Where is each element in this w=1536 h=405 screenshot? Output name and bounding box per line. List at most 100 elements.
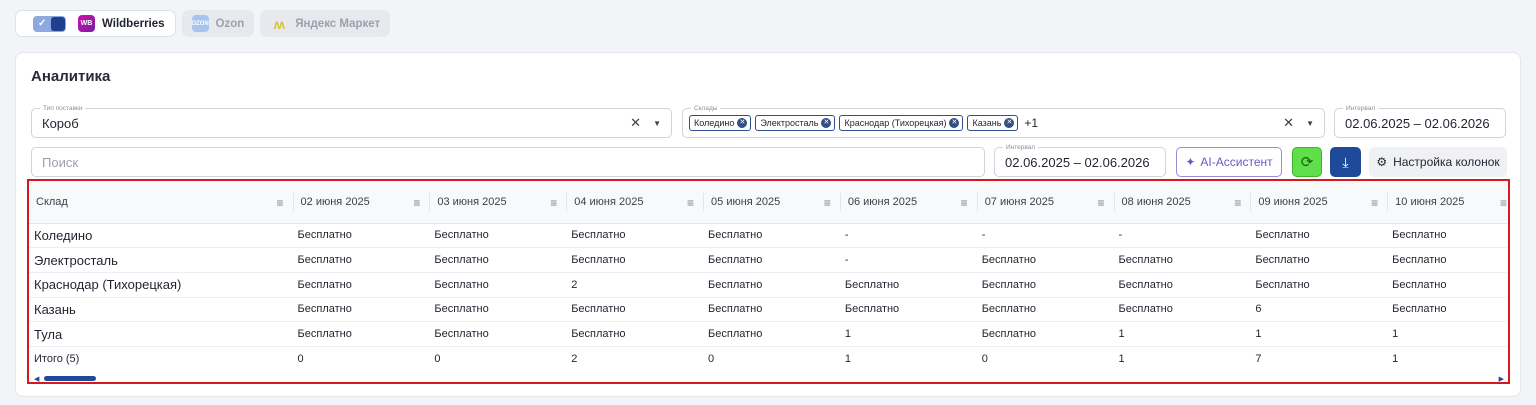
table-cell: 0 bbox=[297, 353, 304, 366]
column-menu-icon[interactable]: ≡ bbox=[961, 196, 968, 210]
table-cell: Бесплатно bbox=[704, 223, 841, 249]
chevron-down-icon[interactable]: ▼ bbox=[653, 119, 661, 128]
table-row[interactable]: Электросталь Бесплатно Бесплатно Бесплатно Б… bbox=[29, 247, 1507, 273]
warehouses-select[interactable]: Склады Коледино ✕ Электросталь ✕ Краснодар… bbox=[682, 104, 1325, 138]
tab-wildberries[interactable]: ✓ WB Wildberries bbox=[15, 10, 176, 37]
warehouse-chip[interactable]: Коледино ✕ bbox=[689, 115, 752, 131]
interval-value: 02.06.2025 – 02.06.2026 bbox=[1345, 115, 1490, 131]
table-cell: Бесплатно bbox=[1114, 297, 1252, 323]
table-row[interactable]: Казань Бесплатно Бесплатно Бесплатно Бесплат… bbox=[29, 297, 1507, 323]
table-cell: Бесплатно bbox=[840, 297, 978, 323]
supply-type-select[interactable]: Тип поставки Короб ✕ ▼ bbox=[31, 104, 672, 138]
page-title: Аналитика bbox=[31, 68, 111, 85]
table-cell: Бесплатно bbox=[1388, 247, 1507, 273]
table-row[interactable]: Краснодар (Тихорецкая) Бесплатно Бесплатно… bbox=[29, 272, 1507, 298]
interval-field-top[interactable]: Интервал 02.06.2025 – 02.06.2026 bbox=[1334, 104, 1506, 138]
table-cell: - bbox=[977, 223, 1115, 249]
column-menu-icon[interactable]: ≡ bbox=[1234, 196, 1241, 210]
column-menu-icon[interactable]: ≡ bbox=[413, 196, 420, 210]
chip-remove-icon[interactable]: ✕ bbox=[949, 118, 960, 128]
ai-assistant-label: AI-Ассистент bbox=[1200, 155, 1273, 169]
scrollbar-thumb[interactable] bbox=[44, 376, 96, 381]
table-cell: 2 bbox=[571, 353, 578, 366]
warehouse-chip[interactable]: Электросталь ✕ bbox=[755, 115, 836, 131]
table-cell: Бесплатно bbox=[1388, 297, 1507, 323]
toggle-knob bbox=[51, 16, 65, 31]
scroll-left-icon[interactable]: ◀ bbox=[34, 375, 39, 383]
yandex-market-logo: ʍ bbox=[273, 15, 285, 32]
column-settings-button[interactable]: ⚙ Настройка колонок bbox=[1369, 147, 1507, 177]
table-row[interactable]: Коледино Бесплатно Бесплатно Бесплатно Беспл… bbox=[29, 223, 1507, 249]
table-cell: Бесплатно bbox=[1114, 247, 1252, 273]
table-cell: Бесплатно bbox=[430, 247, 568, 273]
search-placeholder: Поиск bbox=[42, 154, 79, 170]
supply-type-label: Тип поставки bbox=[40, 104, 86, 113]
scroll-right-icon[interactable]: ▶ bbox=[1499, 375, 1504, 383]
column-menu-icon[interactable]: ≡ bbox=[1371, 196, 1378, 210]
chip-remove-icon[interactable]: ✕ bbox=[1004, 118, 1015, 128]
sparkle-icon: ✦ bbox=[1185, 155, 1196, 169]
table-row[interactable]: Тула Бесплатно Бесплатно Бесплатно Бесплатно… bbox=[29, 321, 1507, 347]
search-input[interactable]: Поиск bbox=[31, 147, 985, 177]
table-cell: Бесплатно bbox=[704, 272, 841, 298]
refresh-button[interactable]: ⟳ bbox=[1292, 147, 1322, 177]
column-header[interactable]: 05 июня 2025 ≡ bbox=[704, 181, 841, 224]
column-header[interactable]: Склад ≡ bbox=[29, 181, 294, 224]
interval-label: Интервал bbox=[1003, 143, 1039, 152]
ai-assistant-button[interactable]: ✦ AI-Ассистент bbox=[1176, 147, 1282, 177]
clear-icon[interactable]: ✕ bbox=[1283, 115, 1294, 131]
clear-icon[interactable]: ✕ bbox=[630, 115, 641, 131]
chevron-down-icon[interactable]: ▼ bbox=[1306, 119, 1314, 128]
table-cell: Бесплатно bbox=[1114, 272, 1252, 298]
table-cell: Бесплатно bbox=[430, 272, 568, 298]
column-menu-icon[interactable]: ≡ bbox=[824, 196, 831, 210]
column-header[interactable]: 03 июня 2025 ≡ bbox=[430, 181, 568, 224]
warehouse-chip[interactable]: Краснодар (Тихорецкая) ✕ bbox=[839, 115, 964, 131]
download-icon: ⤓ bbox=[1342, 153, 1349, 170]
table-cell: Бесплатно bbox=[567, 247, 705, 273]
tab-ozon[interactable]: OZON Ozon bbox=[181, 10, 255, 37]
column-header[interactable]: 04 июня 2025 ≡ bbox=[567, 181, 705, 224]
table-cell: Бесплатно bbox=[293, 321, 431, 347]
horizontal-scrollbar[interactable]: ◀ ▶ bbox=[29, 374, 1507, 383]
download-button[interactable]: ⤓ bbox=[1330, 147, 1361, 177]
column-menu-icon[interactable]: ≡ bbox=[550, 196, 557, 210]
table-cell: 1 bbox=[1388, 321, 1507, 347]
table-cell: Бесплатно bbox=[567, 297, 705, 323]
wildberries-logo: WB bbox=[78, 15, 95, 32]
column-menu-icon[interactable]: ≡ bbox=[1500, 196, 1507, 210]
column-header[interactable]: 06 июня 2025 ≡ bbox=[840, 181, 978, 224]
table-cell: Бесплатно bbox=[977, 272, 1115, 298]
warehouse-name-cell: Казань bbox=[29, 297, 294, 323]
table-cell: 1 bbox=[844, 353, 851, 366]
interval-field[interactable]: Интервал 02.06.2025 – 02.06.2026 bbox=[994, 143, 1166, 177]
warehouse-name-cell: Тула bbox=[29, 321, 294, 347]
ozon-logo: OZON bbox=[191, 15, 209, 32]
table-cell: Бесплатно bbox=[293, 297, 431, 323]
table-cell: 1 bbox=[1114, 321, 1252, 347]
column-header[interactable]: 10 июня 2025 ≡ bbox=[1388, 181, 1507, 224]
column-header[interactable]: 08 июня 2025 ≡ bbox=[1114, 181, 1252, 224]
table-cell: Бесплатно bbox=[567, 321, 705, 347]
column-header[interactable]: 09 июня 2025 ≡ bbox=[1251, 181, 1389, 224]
gear-icon: ⚙ bbox=[1376, 155, 1388, 169]
chip-remove-icon[interactable]: ✕ bbox=[737, 118, 748, 128]
marketplace-toggle[interactable]: ✓ bbox=[33, 15, 66, 32]
table-cell: Бесплатно bbox=[293, 247, 431, 273]
table-cell: Бесплатно bbox=[704, 247, 841, 273]
warehouse-name-cell: Электросталь bbox=[29, 247, 294, 273]
table-cell: Бесплатно bbox=[977, 321, 1115, 347]
table-cell: Бесплатно bbox=[1251, 272, 1389, 298]
table-cell: 1 bbox=[1118, 353, 1125, 366]
table-total-row[interactable]: Итого (5) 0 0 2 0 1 0 1 7 1 bbox=[29, 346, 1507, 371]
tab-yandex-market[interactable]: ʍ Яндекс Маркет bbox=[260, 10, 391, 37]
table-cell: 6 bbox=[1251, 297, 1389, 323]
warehouse-chip[interactable]: Казань ✕ bbox=[967, 115, 1019, 131]
column-menu-icon[interactable]: ≡ bbox=[1098, 196, 1105, 210]
column-menu-icon[interactable]: ≡ bbox=[277, 196, 284, 210]
table-cell: Бесплатно bbox=[567, 223, 705, 249]
column-header[interactable]: 02 июня 2025 ≡ bbox=[293, 181, 431, 224]
chip-remove-icon[interactable]: ✕ bbox=[821, 118, 832, 128]
column-menu-icon[interactable]: ≡ bbox=[687, 196, 694, 210]
column-header[interactable]: 07 июня 2025 ≡ bbox=[977, 181, 1115, 224]
